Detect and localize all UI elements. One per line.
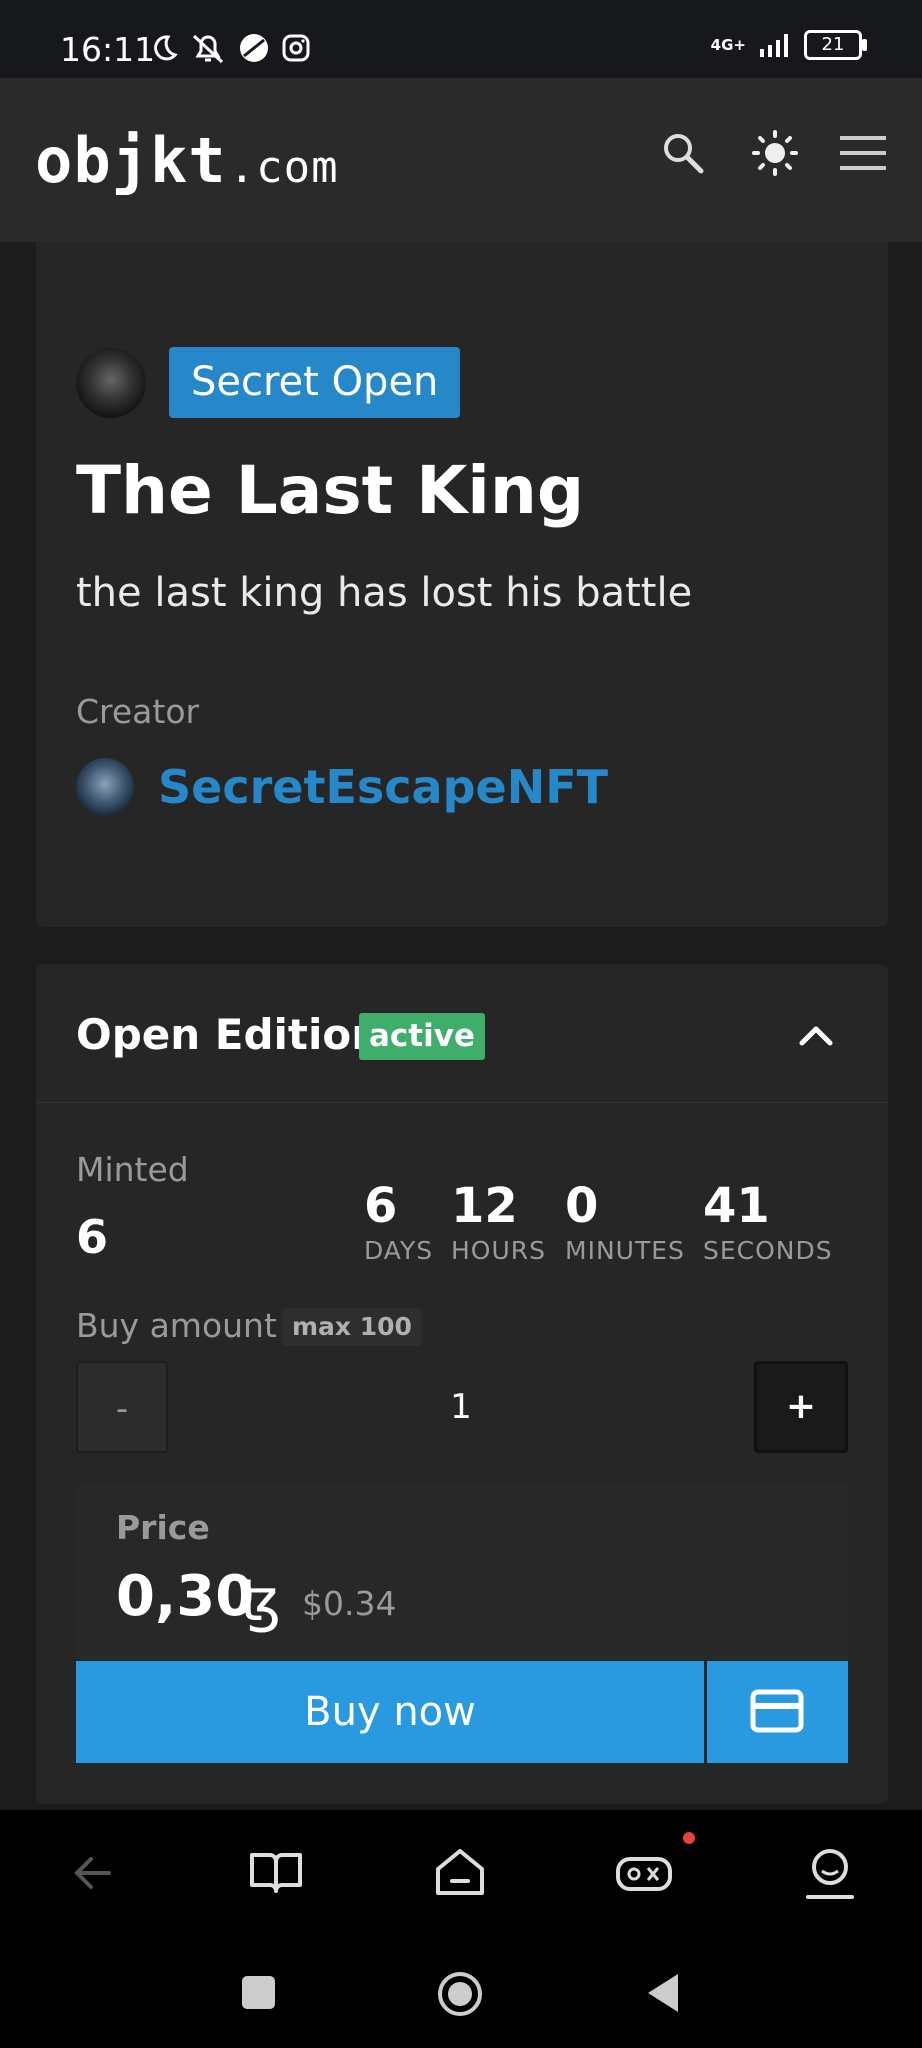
countdown-days: 6 DAYS bbox=[364, 1180, 433, 1265]
creator-avatar[interactable] bbox=[76, 758, 134, 816]
minutes-value: 0 bbox=[565, 1178, 599, 1234]
menu-icon[interactable] bbox=[840, 130, 886, 176]
hours-value: 12 bbox=[451, 1178, 518, 1234]
pay-with-card-button[interactable] bbox=[707, 1661, 848, 1763]
price-usd: $0.34 bbox=[302, 1584, 397, 1623]
status-right: 4G+ 21 bbox=[710, 30, 867, 60]
countdown-hours: 12 HOURS bbox=[451, 1180, 546, 1265]
creator-link[interactable]: SecretEscapeNFT bbox=[158, 760, 608, 814]
seconds-label: SECONDS bbox=[703, 1236, 833, 1265]
buy-amount-label: Buy amount bbox=[76, 1306, 277, 1345]
token-description: the last king has lost his battle bbox=[76, 570, 693, 616]
credit-card-icon bbox=[750, 1689, 804, 1733]
bell-off-icon bbox=[192, 34, 224, 64]
countdown-minutes: 0 MINUTES bbox=[565, 1180, 685, 1265]
buy-now-button[interactable]: Buy now bbox=[76, 1661, 704, 1763]
quantity-input[interactable]: 1 bbox=[192, 1361, 730, 1453]
status-badge: active bbox=[359, 1013, 485, 1060]
minted-value: 6 bbox=[76, 1210, 109, 1264]
open-edition-title: Open Edition bbox=[76, 1010, 382, 1059]
logo-main: objkt bbox=[35, 124, 227, 197]
search-icon[interactable] bbox=[660, 130, 706, 176]
game-icon[interactable] bbox=[614, 1843, 674, 1903]
status-time: 16:11 bbox=[60, 30, 156, 69]
home-icon[interactable] bbox=[430, 1843, 490, 1903]
notification-dot bbox=[683, 1832, 695, 1844]
battery-icon: 21 bbox=[804, 30, 867, 60]
status-icons bbox=[148, 32, 310, 64]
site-logo[interactable]: objkt.com bbox=[35, 124, 339, 197]
price-value: 0,30 bbox=[116, 1564, 255, 1629]
signal-icon bbox=[760, 34, 788, 57]
back-arrow-icon[interactable] bbox=[63, 1843, 123, 1903]
token-title: The Last King bbox=[76, 452, 585, 529]
minted-label: Minted bbox=[76, 1150, 189, 1189]
book-icon[interactable] bbox=[246, 1843, 306, 1903]
moon-icon bbox=[154, 35, 178, 61]
max-amount-badge: max 100 bbox=[282, 1308, 422, 1346]
collection-badge[interactable]: Secret Open bbox=[169, 347, 461, 418]
app-circle-icon bbox=[240, 34, 268, 62]
profile-icon[interactable] bbox=[800, 1843, 860, 1903]
countdown-seconds: 41 SECONDS bbox=[703, 1180, 833, 1265]
tezos-icon: ꜩ bbox=[240, 1566, 282, 1634]
token-avatar[interactable] bbox=[76, 348, 146, 418]
days-label: DAYS bbox=[364, 1236, 434, 1265]
theme-sun-icon[interactable] bbox=[752, 130, 798, 176]
network-label: 4G+ bbox=[710, 36, 746, 54]
decrement-button[interactable]: - bbox=[76, 1361, 168, 1453]
logo-domain: .com bbox=[228, 142, 339, 193]
increment-button[interactable]: + bbox=[754, 1361, 848, 1453]
home-circle-icon[interactable] bbox=[436, 1970, 484, 2018]
instagram-icon bbox=[282, 34, 310, 62]
back-triangle-icon[interactable] bbox=[644, 1972, 680, 2014]
creator-label: Creator bbox=[76, 692, 200, 731]
hours-label: HOURS bbox=[451, 1236, 547, 1265]
minutes-label: MINUTES bbox=[565, 1236, 685, 1265]
recents-icon[interactable] bbox=[242, 1976, 275, 2009]
chevron-up-icon[interactable] bbox=[796, 1015, 836, 1055]
days-value: 6 bbox=[364, 1178, 398, 1234]
divider bbox=[36, 1102, 888, 1103]
price-label: Price bbox=[116, 1508, 210, 1547]
seconds-value: 41 bbox=[703, 1178, 770, 1234]
